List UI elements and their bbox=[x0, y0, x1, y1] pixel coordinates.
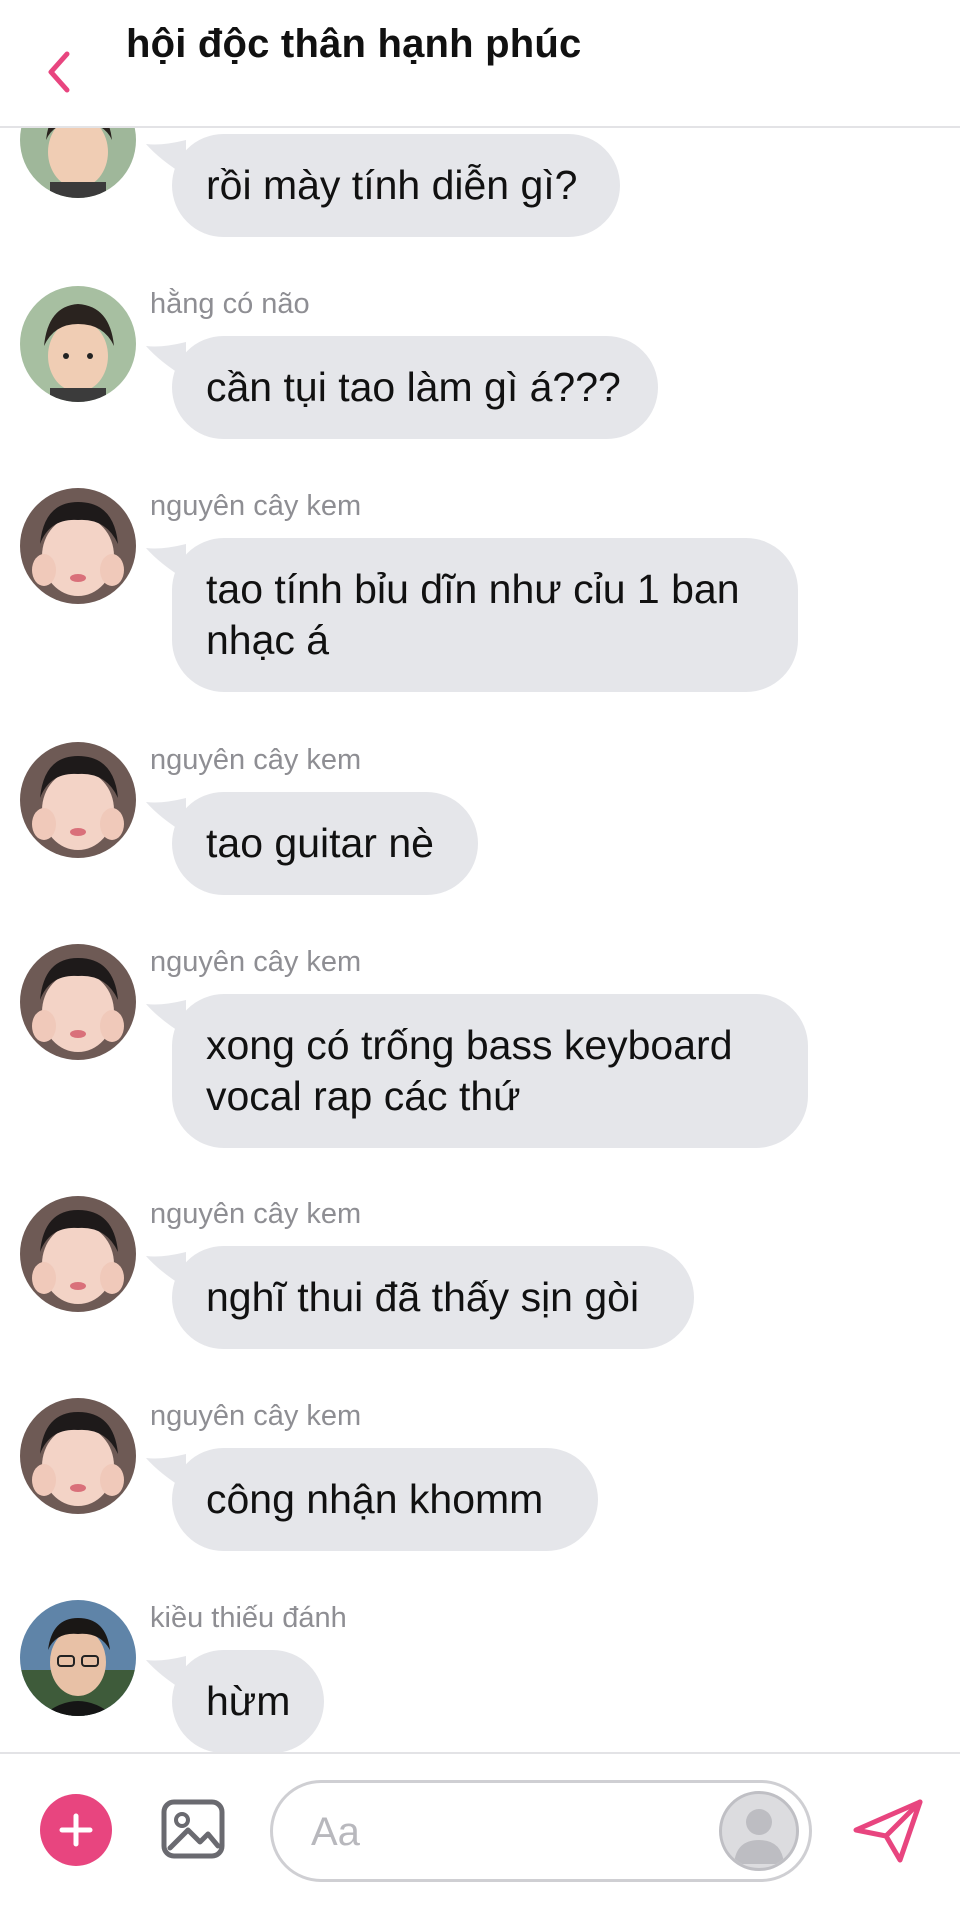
bubble-tail bbox=[146, 342, 186, 378]
send-icon bbox=[853, 1799, 923, 1863]
bubble-tail bbox=[146, 1252, 186, 1288]
avatar-face-squish-image bbox=[20, 742, 136, 858]
avatar[interactable] bbox=[20, 944, 136, 1060]
message-composer bbox=[0, 1752, 960, 1922]
sender-name: nguyên cây kem bbox=[150, 946, 362, 978]
bubble-tail bbox=[146, 1656, 186, 1692]
message-bubble[interactable]: xong có trống bass keyboard vocal rap cá… bbox=[146, 994, 808, 1148]
message-text: cần tụi tao làm gì á??? bbox=[206, 364, 621, 410]
avatar-face-squish-image bbox=[20, 488, 136, 604]
avatar[interactable] bbox=[20, 1398, 136, 1514]
image-button[interactable] bbox=[158, 1794, 228, 1864]
chat-header: hội độc thân hạnh phúc bbox=[0, 0, 960, 128]
avatar-boy-glasses-image bbox=[20, 1600, 136, 1716]
message-bubble[interactable]: tao guitar nè bbox=[146, 792, 478, 895]
sender-name: nguyên cây kem bbox=[150, 1198, 362, 1230]
message-bubble[interactable]: rồi mày tính diễn gì? bbox=[146, 134, 620, 237]
message-text: nghĩ thui đã thấy sịn gòi bbox=[206, 1274, 640, 1320]
avatar-face-squish-image bbox=[20, 1196, 136, 1312]
message-bubble[interactable]: hừm bbox=[146, 1650, 324, 1752]
message-bubble[interactable]: cần tụi tao làm gì á??? bbox=[146, 336, 658, 439]
message-text: rồi mày tính diễn gì? bbox=[206, 162, 578, 208]
message-text: công nhận khomm bbox=[206, 1476, 544, 1522]
avatar-face-squish-image bbox=[20, 944, 136, 1060]
plus-icon bbox=[59, 1813, 93, 1847]
bubble-tail bbox=[146, 798, 186, 834]
message-text: tao guitar nè bbox=[206, 820, 434, 866]
sender-name: hằng có não bbox=[150, 288, 310, 320]
send-button[interactable] bbox=[850, 1796, 926, 1866]
back-button[interactable] bbox=[36, 42, 80, 102]
message-bubble[interactable]: nghĩ thui đã thấy sịn gòi bbox=[146, 1246, 694, 1349]
chevron-left-icon bbox=[48, 51, 70, 93]
sender-name: nguyên cây kem bbox=[150, 490, 362, 522]
message-input-container bbox=[270, 1780, 812, 1882]
message-text: xong có trống bass keyboard vocal rap cá… bbox=[206, 1022, 733, 1119]
message-list[interactable]: rồi mày tính diễn gì? hằng có não cần tụ… bbox=[0, 0, 960, 1752]
bubble-tail bbox=[146, 140, 186, 176]
image-icon bbox=[161, 1799, 225, 1859]
sender-name: kiều thiếu đánh bbox=[150, 1602, 347, 1634]
avatar-face-squish-image bbox=[20, 1398, 136, 1514]
message-text: hừm bbox=[206, 1678, 291, 1724]
message-bubble[interactable]: công nhận khomm bbox=[146, 1448, 598, 1551]
sender-name: nguyên cây kem bbox=[150, 744, 362, 776]
avatar[interactable] bbox=[20, 1600, 136, 1716]
conversation-title[interactable]: hội độc thân hạnh phúc bbox=[126, 22, 581, 67]
message-text: tao tính bỉu dĩn như cỉu 1 ban nhạc á bbox=[206, 566, 740, 663]
add-button[interactable] bbox=[40, 1794, 112, 1866]
avatar[interactable] bbox=[20, 742, 136, 858]
avatar[interactable] bbox=[20, 1196, 136, 1312]
person-icon bbox=[734, 1809, 784, 1864]
avatar[interactable] bbox=[20, 488, 136, 604]
bubble-tail bbox=[146, 1000, 186, 1036]
avatar-boy-green-image bbox=[20, 286, 136, 402]
message-input[interactable] bbox=[309, 1803, 673, 1861]
bubble-tail bbox=[146, 544, 186, 580]
sender-name: nguyên cây kem bbox=[150, 1400, 362, 1432]
avatar[interactable] bbox=[20, 286, 136, 402]
bubble-tail bbox=[146, 1454, 186, 1490]
sticker-avatar-button[interactable] bbox=[719, 1791, 799, 1871]
message-bubble[interactable]: tao tính bỉu dĩn như cỉu 1 ban nhạc á bbox=[146, 538, 798, 692]
